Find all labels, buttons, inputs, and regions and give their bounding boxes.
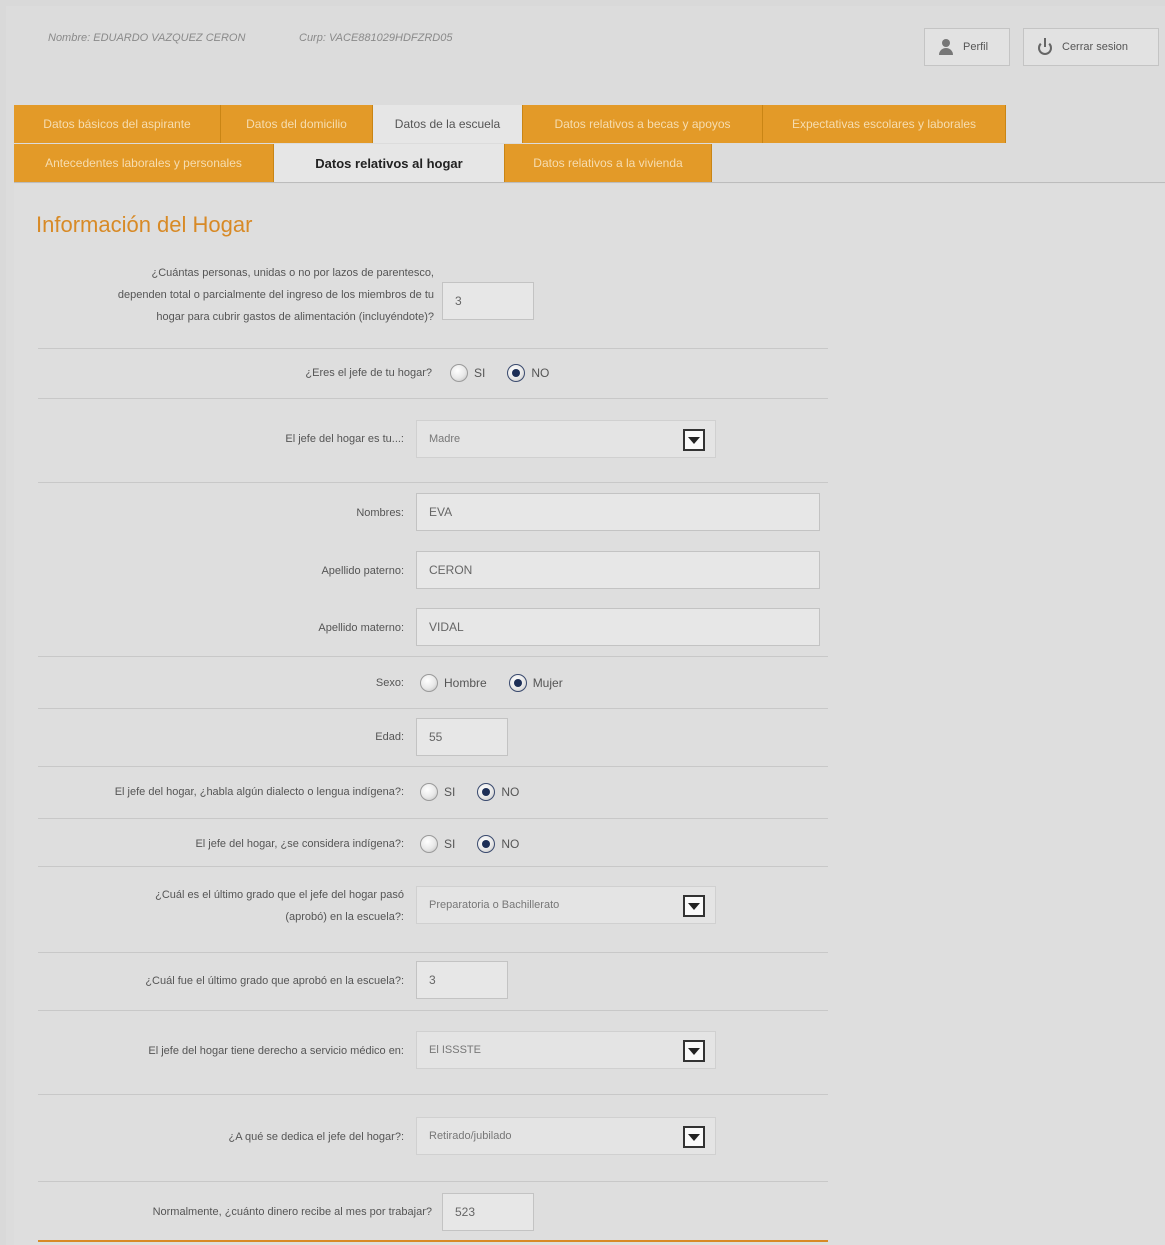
hombre-label: Hombre [444, 676, 487, 690]
divider [38, 348, 828, 349]
chevron-down-icon[interactable] [683, 429, 705, 451]
sexo-radio-group: Hombre Mujer [420, 674, 563, 692]
ultimo-grado-input[interactable]: 3 [416, 961, 508, 999]
tab-row-2: Antecedentes laborales y personales Dato… [14, 144, 712, 182]
sexo-label: Sexo: [375, 677, 404, 689]
grado-select[interactable]: Preparatoria o Bachillerato [416, 886, 716, 924]
grado-label-line: ¿Cuál es el último grado que el jefe del… [155, 889, 404, 901]
chevron-down-icon[interactable] [683, 895, 705, 917]
parentesco-select[interactable]: Madre [416, 420, 716, 458]
indigena-no-label: NO [501, 837, 520, 851]
mujer-radio[interactable] [508, 674, 527, 692]
lengua-si-radio[interactable] [420, 783, 438, 801]
nombres-label: Nombres: [356, 507, 404, 519]
grado-label: ¿Cuál es el último grado que el jefe del… [54, 884, 404, 928]
indigena-no-radio[interactable] [477, 835, 496, 853]
logout-label: Cerrar sesion [1062, 41, 1129, 53]
divider [38, 482, 828, 483]
parentesco-value: Madre [429, 433, 461, 445]
jefe-no-label: NO [531, 366, 550, 380]
user-curp: Curp: VACE881029HDFZRD05 [299, 32, 453, 44]
jefe-no-radio[interactable] [507, 364, 526, 382]
indigena-radio-group: SI NO [420, 835, 519, 853]
jefe-si-radio[interactable] [450, 364, 468, 382]
tab-datos-basicos[interactable]: Datos básicos del aspirante [14, 105, 221, 143]
nombres-input[interactable]: EVA [416, 493, 820, 531]
servicio-select[interactable]: El ISSSTE [416, 1031, 716, 1069]
divider [38, 866, 828, 867]
edad-label: Edad: [375, 731, 404, 743]
form-panel: Información del Hogar ¿Cuántas personas,… [14, 184, 1165, 1245]
dinero-input[interactable]: 523 [442, 1193, 534, 1231]
indigena-label: El jefe del hogar, ¿se considera indígen… [195, 838, 404, 850]
lengua-no-radio[interactable] [477, 783, 496, 801]
divider [38, 1240, 828, 1242]
divider [38, 398, 828, 399]
dedica-value: Retirado/jubilado [429, 1130, 512, 1142]
edad-input[interactable]: 55 [416, 718, 508, 756]
divider [38, 1181, 828, 1182]
servicio-value: El ISSSTE [429, 1044, 481, 1056]
divider [38, 656, 828, 657]
lengua-radio-group: SI NO [420, 783, 519, 801]
tab-hogar[interactable]: Datos relativos al hogar [274, 144, 505, 182]
tab-becas[interactable]: Datos relativos a becas y apoyos [523, 105, 763, 143]
jefe-si-label: SI [474, 366, 486, 380]
section-title: Información del Hogar [36, 212, 253, 237]
dinero-label: Normalmente, ¿cuánto dinero recibe al me… [152, 1206, 432, 1218]
personas-label-line: ¿Cuántas personas, unidas o no por lazos… [151, 267, 434, 279]
tab-domicilio[interactable]: Datos del domicilio [221, 105, 373, 143]
servicio-label: El jefe del hogar tiene derecho a servic… [148, 1045, 404, 1057]
jefe-label: ¿Eres el jefe de tu hogar? [305, 367, 432, 379]
parentesco-label: El jefe del hogar es tu...: [285, 433, 404, 445]
hombre-radio[interactable] [420, 674, 438, 692]
personas-label: ¿Cuántas personas, unidas o no por lazos… [34, 262, 434, 328]
personas-label-line: hogar para cubrir gastos de alimentación… [156, 311, 434, 323]
mujer-label: Mujer [532, 676, 563, 690]
dedica-select[interactable]: Retirado/jubilado [416, 1117, 716, 1155]
apellido-paterno-label: Apellido paterno: [321, 565, 404, 577]
user-icon [937, 38, 955, 56]
personas-label-line: dependen total o parcialmente del ingres… [117, 289, 434, 301]
chevron-down-icon[interactable] [683, 1040, 705, 1062]
perfil-label: Perfil [963, 41, 989, 53]
apellido-materno-input[interactable]: VIDAL [416, 608, 820, 646]
tab-expectativas[interactable]: Expectativas escolares y laborales [763, 105, 1006, 143]
indigena-si-radio[interactable] [420, 835, 438, 853]
ultimo-grado-label: ¿Cuál fue el último grado que aprobó en … [145, 975, 404, 987]
chevron-down-icon[interactable] [683, 1126, 705, 1148]
tab-bar: Datos básicos del aspirante Datos del do… [14, 105, 1165, 183]
lengua-no-label: NO [501, 785, 520, 799]
power-icon [1036, 38, 1054, 56]
user-name: Nombre: EDUARDO VAZQUEZ CERON [48, 32, 246, 44]
divider [38, 818, 828, 819]
apellido-paterno-input[interactable]: CERON [416, 551, 820, 589]
perfil-button[interactable]: Perfil [924, 28, 1010, 66]
divider [38, 1094, 828, 1095]
divider [38, 708, 828, 709]
tab-escuela[interactable]: Datos de la escuela [373, 105, 523, 143]
page: Nombre: EDUARDO VAZQUEZ CERON Curp: VACE… [6, 6, 1165, 1245]
personas-input[interactable]: 3 [442, 282, 534, 320]
apellido-materno-label: Apellido materno: [318, 622, 404, 634]
tab-vivienda[interactable]: Datos relativos a la vivienda [505, 144, 712, 182]
lengua-label: El jefe del hogar, ¿habla algún dialecto… [114, 786, 404, 798]
dedica-label: ¿A qué se dedica el jefe del hogar?: [228, 1131, 404, 1143]
divider [38, 952, 828, 953]
logout-button[interactable]: Cerrar sesion [1023, 28, 1159, 66]
jefe-radio-group: SI NO [450, 364, 549, 382]
grado-label-line: (aprobó) en la escuela?: [285, 911, 404, 923]
tab-antecedentes[interactable]: Antecedentes laborales y personales [14, 144, 274, 182]
lengua-si-label: SI [444, 785, 456, 799]
indigena-si-label: SI [444, 837, 456, 851]
tab-row-1: Datos básicos del aspirante Datos del do… [14, 105, 1006, 143]
divider [38, 1010, 828, 1011]
divider [38, 766, 828, 767]
grado-value: Preparatoria o Bachillerato [429, 899, 560, 911]
